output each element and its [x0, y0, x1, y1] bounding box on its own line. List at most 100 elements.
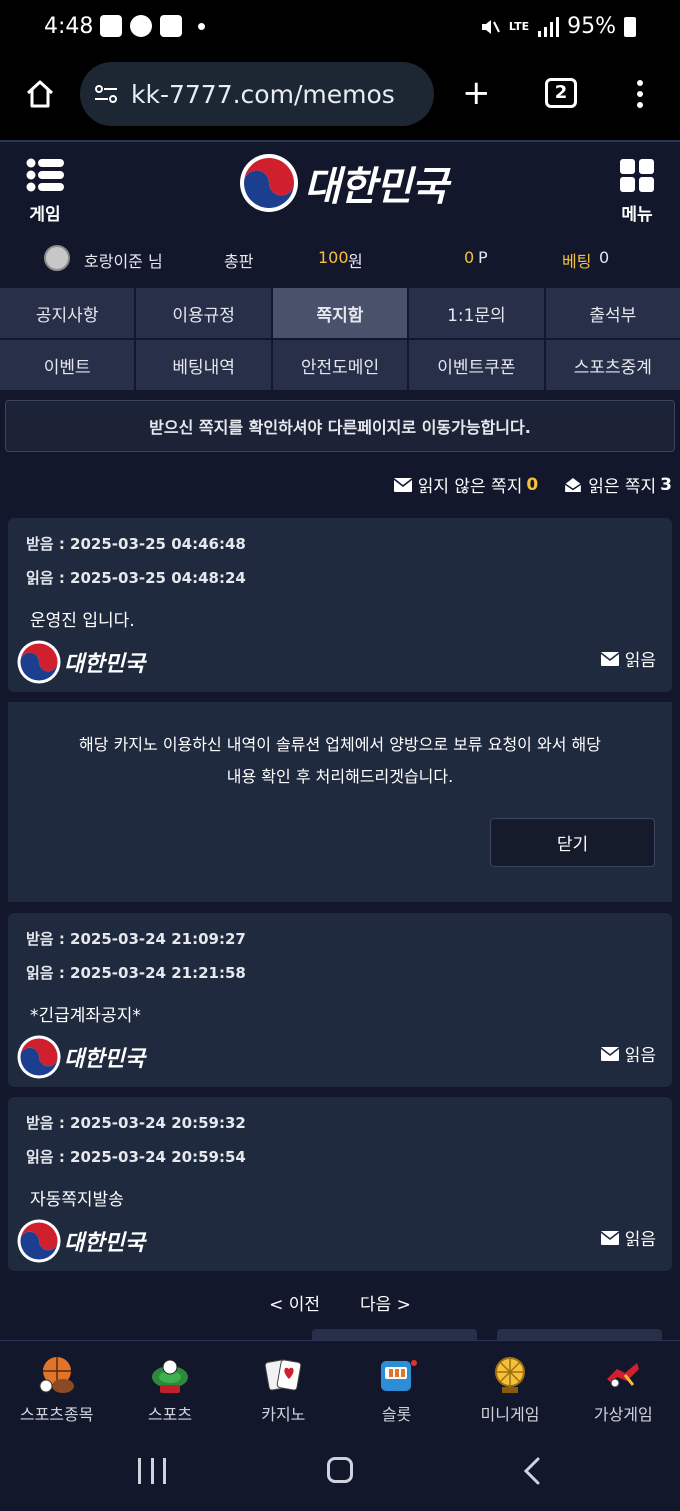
- bottom-nav-label: 스포츠종목: [19, 1405, 94, 1424]
- nav-safe-domain[interactable]: 안전도메인: [272, 340, 408, 390]
- next-page-link[interactable]: 다음 >: [360, 1290, 411, 1315]
- memo-logo-text: 대한민국: [64, 1046, 145, 1072]
- memo-sender-logo: 대한민국: [16, 1218, 145, 1264]
- list-icon: [26, 158, 64, 192]
- envelope-icon: [393, 477, 412, 492]
- taegeuk-logo-icon: [240, 154, 298, 212]
- memo-title[interactable]: *긴급계좌공지*: [30, 1001, 141, 1026]
- logo-text: 대한민국: [304, 163, 448, 210]
- network-label: LTE: [508, 19, 530, 33]
- nav-event-coupon[interactable]: 이벤트쿠폰: [409, 340, 544, 390]
- address-bar[interactable]: kk-7777.com/memos: [80, 62, 434, 126]
- back-icon[interactable]: [522, 1457, 542, 1485]
- gallery-icon: [100, 15, 122, 37]
- site-header: 게임 대한민국 메뉴: [0, 140, 680, 240]
- read-label: 읽은 쪽지: [588, 477, 657, 497]
- user-name: 호랑이준 님: [84, 252, 163, 271]
- read-count: 3: [660, 474, 672, 495]
- bottom-nav-sports[interactable]: 스포츠: [113, 1341, 226, 1440]
- memo-counters: 읽지 않은 쪽지 0 읽은 쪽지 3: [393, 472, 672, 497]
- memo-sender-logo: 대한민국: [16, 639, 145, 685]
- user-info-bar: 호랑이준 님 총판 100 원 0 P 베팅 0: [0, 240, 680, 276]
- nav-notice[interactable]: 공지사항: [0, 288, 135, 338]
- memo-status-label: 읽음: [624, 1230, 656, 1250]
- nav-inquiry[interactable]: 1:1문의: [409, 288, 544, 338]
- memo-status: 읽음: [600, 646, 656, 671]
- bottom-nav-sports-type[interactable]: 스포츠종목: [0, 1341, 113, 1440]
- bottom-nav-label: 슬롯: [381, 1405, 412, 1424]
- home-icon[interactable]: [24, 78, 56, 110]
- taegeuk-logo-icon: [17, 1219, 61, 1263]
- nav-grid: 공지사항 이용규정 쪽지함 1:1문의 출석부 이벤트 베팅내역 안전도메인 이…: [0, 288, 680, 390]
- nav-rules[interactable]: 이용규정: [136, 288, 271, 338]
- memo-title[interactable]: 운영진 입니다.: [30, 606, 135, 631]
- b-app-icon: [160, 15, 182, 37]
- memo-item[interactable]: 받음 : 2025-03-24 20:59:32 읽음 : 2025-03-24…: [8, 1097, 672, 1271]
- wheel-icon: [494, 1357, 525, 1393]
- memo-received-time: 받음 : 2025-03-24 21:09:27: [26, 930, 246, 948]
- memo-read-time: 읽음 : 2025-03-24 20:59:54: [26, 1148, 246, 1166]
- bottom-nav-slot[interactable]: 슬롯: [340, 1341, 453, 1440]
- bottom-nav-virtual-game[interactable]: 가상게임: [567, 1341, 680, 1440]
- avatar: [44, 245, 70, 271]
- taegeuk-logo-icon: [17, 640, 61, 684]
- unread-label: 읽지 않은 쪽지: [417, 477, 523, 497]
- envelope-icon: [600, 1230, 619, 1245]
- page-root: 4:48 LTE 95% kk-7777.com/memos + 2 게임 대한…: [0, 0, 680, 1511]
- memo-read-time: 읽음 : 2025-03-24 21:21:58: [26, 964, 246, 982]
- memo-content: 해당 카지노 이용하신 내역이 솔류션 업체에서 양방으로 보류 요청이 와서 …: [8, 729, 672, 793]
- points-value: 0: [464, 248, 475, 267]
- game-menu-button[interactable]: 게임: [22, 158, 68, 225]
- mute-icon: [481, 19, 500, 34]
- url-text: kk-7777.com/memos: [131, 79, 395, 109]
- game-label: 게임: [29, 205, 61, 225]
- slot-machine-icon: [380, 1360, 417, 1391]
- memo-status: 읽음: [600, 1041, 656, 1066]
- bottom-nav-label: 가상게임: [593, 1405, 653, 1424]
- nav-bet-history[interactable]: 베팅내역: [136, 340, 271, 390]
- memo-content-line: 내용 확인 후 처리해드리겟습니다.: [226, 767, 454, 786]
- memo-status-label: 읽음: [624, 1046, 656, 1066]
- envelope-icon: [600, 651, 619, 666]
- site-settings-icon[interactable]: [93, 81, 119, 107]
- racing-icon: [607, 1363, 640, 1388]
- user-role: 총판: [224, 252, 254, 271]
- bottom-nav: 스포츠종목 스포츠 카지노 슬롯 미니게임 가상게임: [0, 1340, 680, 1440]
- memo-read-time: 읽음 : 2025-03-25 04:48:24: [26, 569, 246, 587]
- main-menu-button[interactable]: 메뉴: [614, 158, 660, 225]
- memo-item[interactable]: 받음 : 2025-03-25 04:46:48 읽음 : 2025-03-25…: [8, 518, 672, 692]
- bottom-nav-label: 미니게임: [480, 1405, 540, 1424]
- home-button-icon[interactable]: [327, 1457, 353, 1483]
- nav-memos[interactable]: 쪽지함: [272, 288, 408, 338]
- recent-apps-icon[interactable]: [138, 1458, 166, 1484]
- notification-icons: [100, 15, 205, 37]
- site-logo[interactable]: 대한민국: [238, 148, 468, 218]
- grid-icon: [620, 159, 654, 192]
- close-button[interactable]: 닫기: [490, 818, 655, 867]
- status-bar: 4:48 LTE 95%: [0, 0, 680, 58]
- bottom-nav-casino[interactable]: 카지노: [227, 1341, 340, 1440]
- taegeuk-logo-icon: [17, 1035, 61, 1079]
- more-menu-icon[interactable]: [637, 80, 643, 108]
- status-time: 4:48: [44, 14, 94, 39]
- prev-page-link[interactable]: < 이전: [269, 1290, 320, 1315]
- battery-icon: [624, 16, 636, 37]
- nav-sports-live[interactable]: 스포츠중계: [545, 340, 680, 390]
- menu-label: 메뉴: [621, 205, 653, 225]
- system-nav-bar: [0, 1440, 680, 1511]
- memo-status: 읽음: [600, 1225, 656, 1250]
- memo-logo-text: 대한민국: [64, 1230, 145, 1256]
- tab-switcher-button[interactable]: 2: [545, 78, 577, 108]
- nav-event[interactable]: 이벤트: [0, 340, 135, 390]
- memo-title[interactable]: 자동쪽지발송: [30, 1185, 124, 1210]
- more-notifications-icon: [198, 22, 205, 30]
- status-right: LTE 95%: [479, 14, 636, 39]
- pagination: < 이전 다음 >: [0, 1290, 680, 1315]
- sports-balls-icon: [39, 1357, 74, 1393]
- new-tab-icon[interactable]: +: [462, 76, 491, 110]
- battery-percent: 95%: [567, 14, 616, 39]
- bottom-nav-label: 스포츠: [147, 1405, 193, 1424]
- nav-attendance[interactable]: 출석부: [545, 288, 680, 338]
- memo-item[interactable]: 받음 : 2025-03-24 21:09:27 읽음 : 2025-03-24…: [8, 913, 672, 1087]
- bottom-nav-minigame[interactable]: 미니게임: [453, 1341, 566, 1440]
